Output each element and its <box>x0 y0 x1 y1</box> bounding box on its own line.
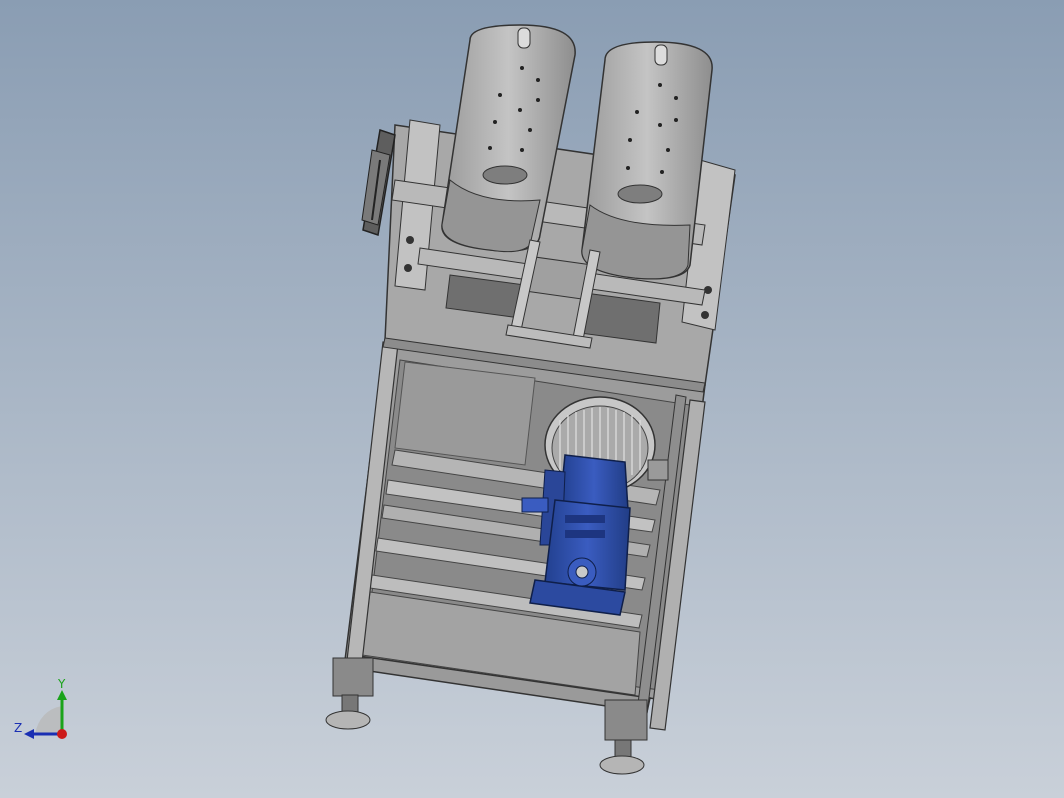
leveling-foot-right[interactable] <box>599 699 648 775</box>
leveling-foot-left[interactable] <box>325 657 374 730</box>
graphics-viewport[interactable]: Y Z <box>0 0 1064 798</box>
triad-base-icon <box>35 706 62 734</box>
z-axis-label: Z <box>14 721 22 735</box>
triad-graphic: Y Z <box>14 677 67 739</box>
z-axis-arrowhead-icon <box>24 729 34 739</box>
y-axis-arrowhead-icon <box>57 690 67 700</box>
machine-assembly-model[interactable] <box>0 0 1064 798</box>
coordinate-triad: Y Z <box>10 676 80 746</box>
lower-frame[interactable] <box>344 339 706 731</box>
x-axis-dot-icon <box>57 729 67 739</box>
y-axis-label: Y <box>57 677 66 691</box>
